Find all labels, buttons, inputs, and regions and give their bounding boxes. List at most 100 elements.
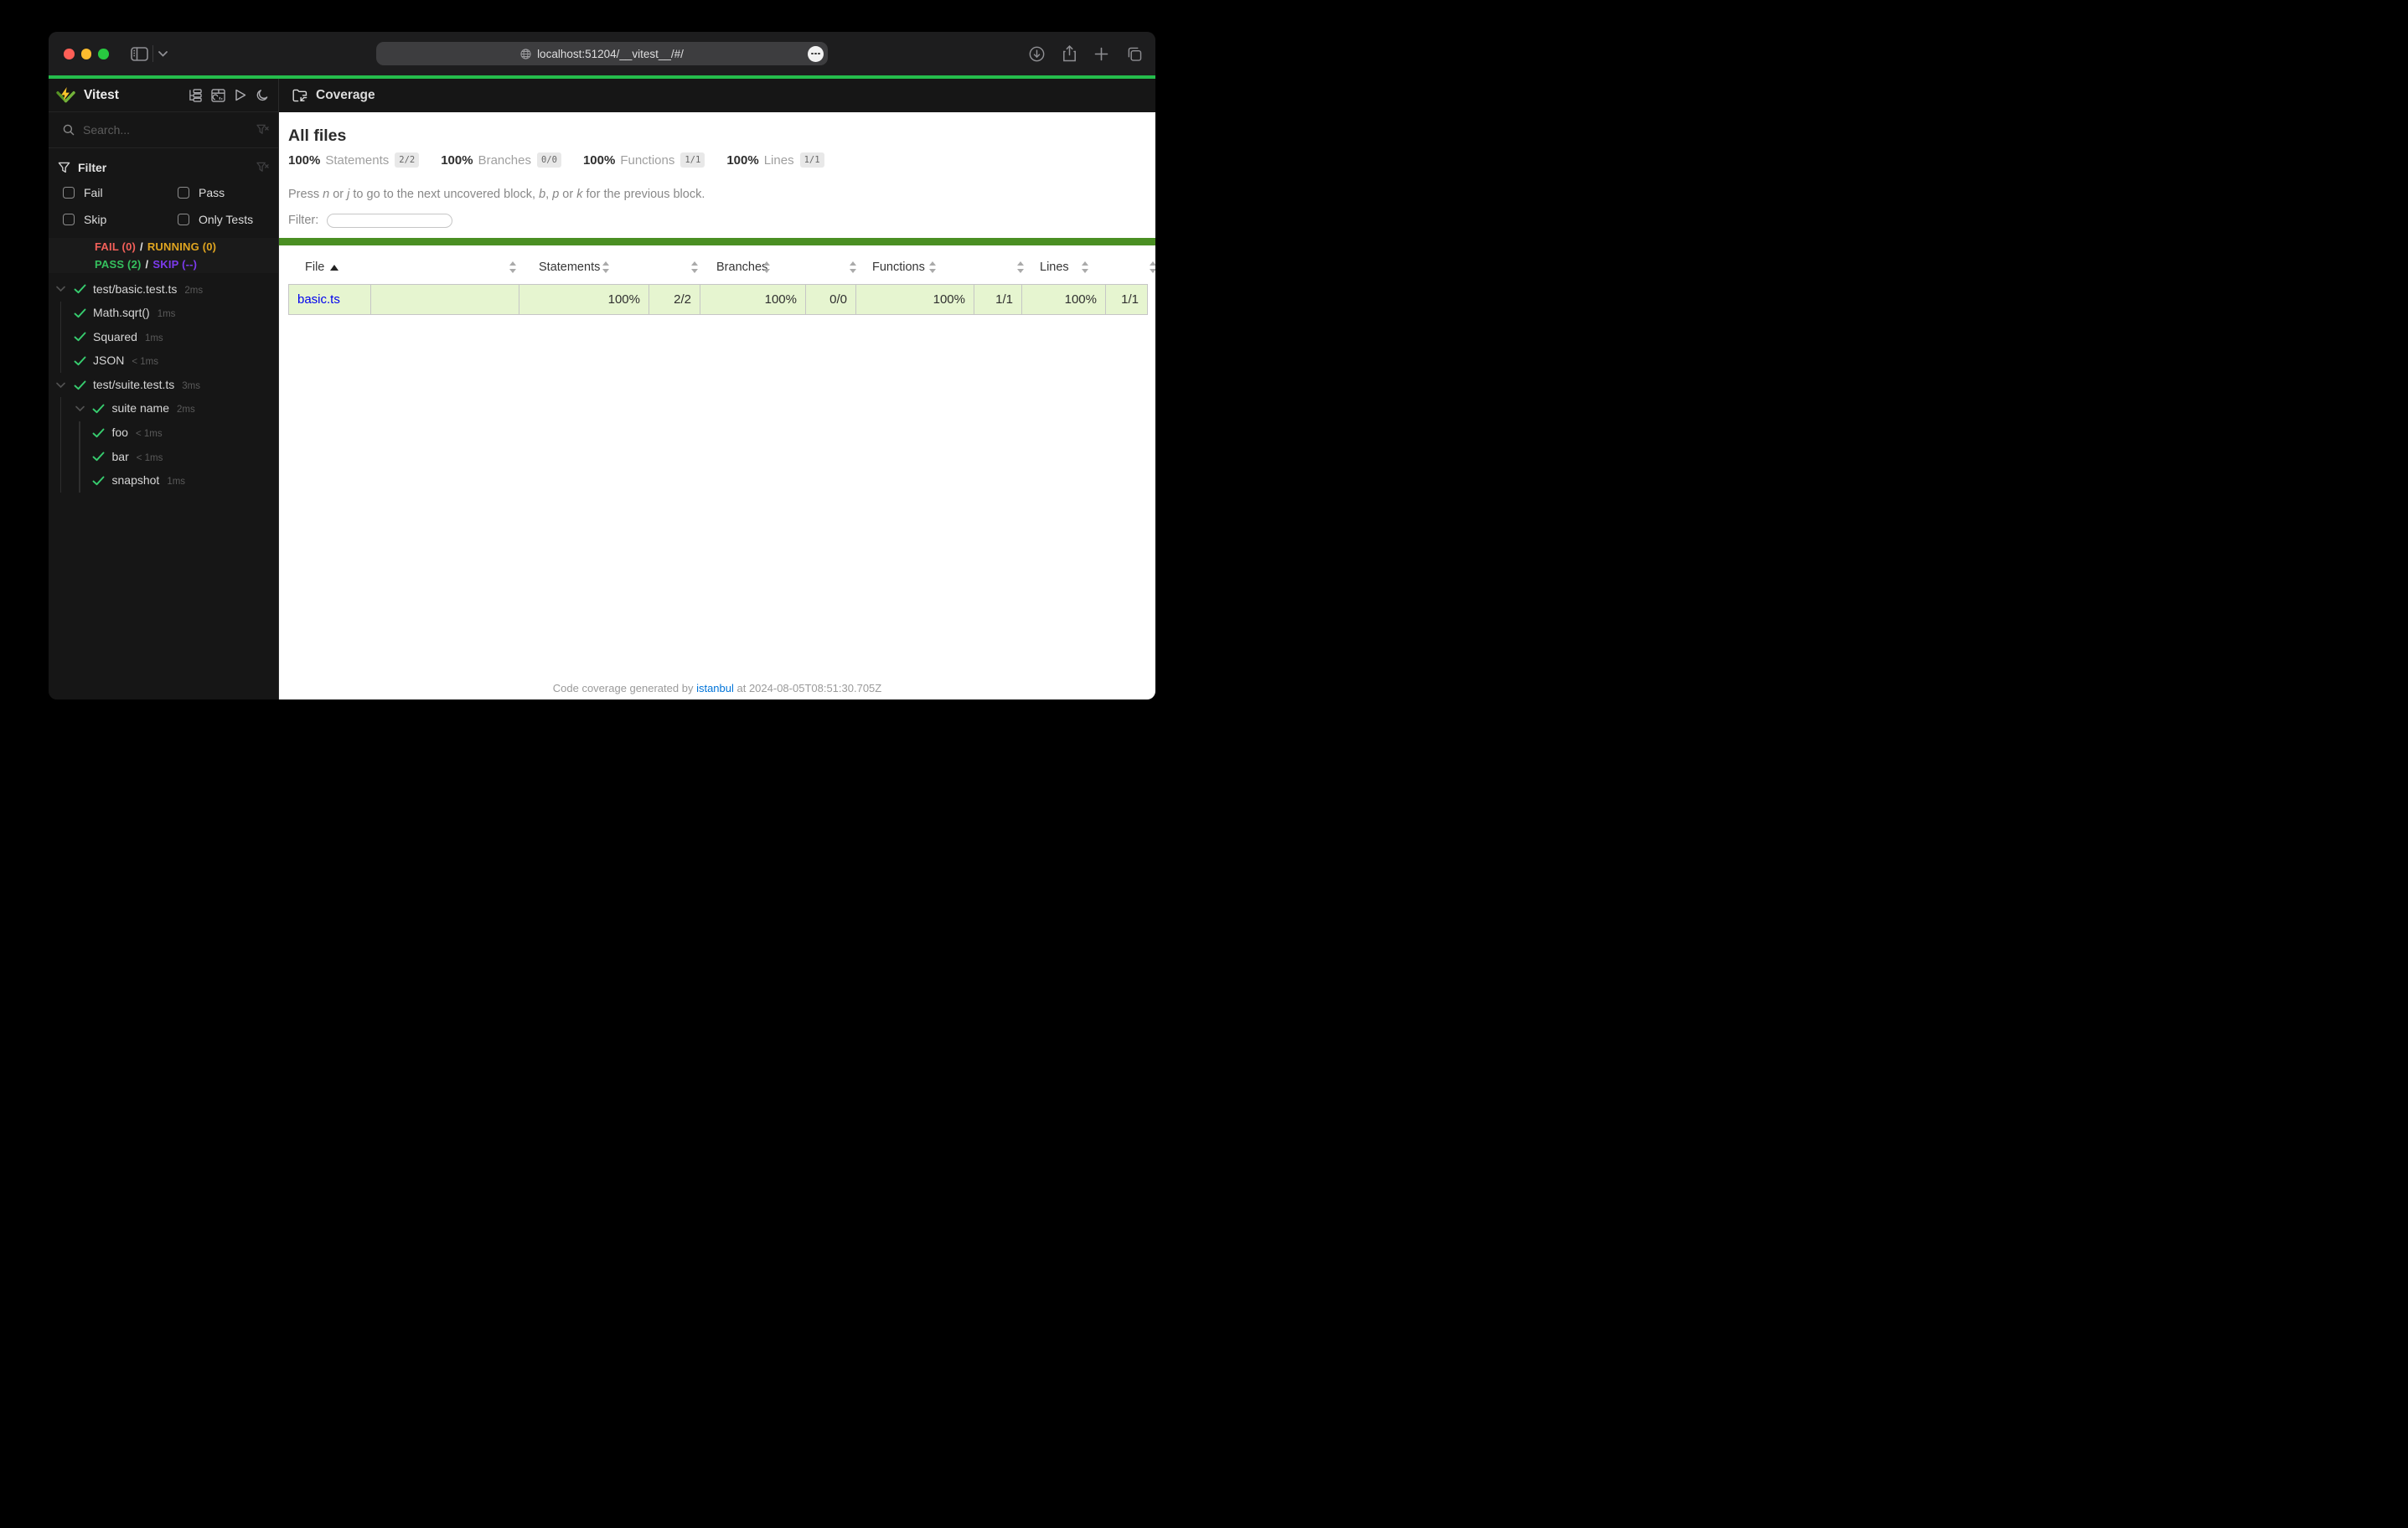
dashboard-icon[interactable] [211, 89, 225, 102]
tree-item-test-suite-test-ts[interactable]: test/suite.test.ts 3ms [49, 373, 278, 397]
column-sorter-icon[interactable] [690, 261, 699, 274]
pass-check-icon [74, 380, 86, 390]
close-window-button[interactable] [64, 49, 75, 59]
column-sorter-icon[interactable] [1149, 261, 1155, 274]
running-count: RUNNING (0) [147, 240, 216, 253]
search-input[interactable] [83, 123, 256, 137]
fraction-badge: 1/1 [800, 152, 824, 168]
fraction-badge: 0/0 [537, 152, 561, 168]
filter-checkbox-fail[interactable]: Fail [63, 181, 103, 204]
sidebar-toggle-icon[interactable] [131, 32, 148, 75]
test-name: test/suite.test.ts [93, 378, 174, 391]
test-name: foo [112, 426, 128, 439]
indent-guide [79, 421, 80, 446]
filter-section-title: Filter [78, 161, 106, 174]
table-cell: basic.ts [289, 285, 371, 314]
indent-guide [60, 397, 62, 421]
page-settings-button[interactable] [808, 46, 824, 62]
share-button[interactable] [1062, 45, 1077, 62]
istanbul-link[interactable]: istanbul [696, 682, 734, 694]
tree-item-foo[interactable]: foo < 1ms [49, 421, 278, 446]
indent-guide [60, 325, 62, 349]
tree-item-squared[interactable]: Squared1ms [49, 325, 278, 349]
tree-item-suite-name[interactable]: suite name2ms [49, 397, 278, 421]
zoom-window-button[interactable] [98, 49, 109, 59]
coverage-stats: 100%Statements2/2100%Branches0/0100%Func… [288, 152, 824, 168]
table-cell [371, 285, 519, 314]
address-bar[interactable]: localhost:51204/__vitest__/#/ [376, 42, 828, 65]
column-header-branches[interactable]: Branches [716, 261, 767, 274]
run-summary: FAIL (0) / RUNNING (0) PASS (2) / SKIP (… [49, 238, 278, 273]
tree-item-snapshot[interactable]: snapshot1ms [49, 469, 278, 493]
table-cell: 100% [519, 285, 649, 314]
address-bar-url: localhost:51204/__vitest__/#/ [537, 48, 684, 60]
column-header-statements[interactable]: Statements [539, 261, 600, 274]
column-sorter-icon[interactable] [849, 261, 857, 274]
page-title: Coverage [316, 88, 375, 103]
tree-item-bar[interactable]: bar< 1ms [49, 445, 278, 469]
tree-view-icon[interactable] [189, 89, 202, 102]
test-duration: < 1ms [136, 429, 163, 439]
skip-count: SKIP (--) [152, 258, 197, 271]
downloads-button[interactable] [1029, 46, 1045, 62]
tree-item-math-sqrt-[interactable]: Math.sqrt()1ms [49, 302, 278, 326]
filter-checkbox-pass[interactable]: Pass [178, 181, 225, 204]
indent-guide [60, 469, 62, 493]
filter-checkbox-only-tests[interactable]: Only Tests [178, 208, 253, 231]
pass-check-icon [74, 308, 86, 318]
test-name: bar [112, 450, 129, 463]
tree-item-test-basic-test-ts[interactable]: test/basic.test.ts 2ms [49, 277, 278, 302]
dark-mode-icon[interactable] [256, 89, 269, 102]
pass-check-icon [92, 452, 105, 462]
chevron-down-icon[interactable] [158, 32, 168, 75]
test-duration: 1ms [145, 333, 163, 343]
column-sorter-icon[interactable] [509, 261, 517, 274]
coverage-status-line [279, 238, 1155, 245]
toolbar-separator [152, 45, 153, 62]
file-filter-input[interactable] [327, 214, 452, 228]
clear-search-filter-icon[interactable] [256, 124, 269, 136]
clear-filter-icon[interactable] [256, 162, 269, 173]
column-sorter-icon[interactable] [762, 261, 771, 274]
new-tab-button[interactable] [1094, 47, 1108, 61]
tab-overview-button[interactable] [1126, 47, 1142, 61]
column-sorter-icon[interactable] [1081, 261, 1089, 274]
filter-checkbox-skip[interactable]: Skip [63, 208, 106, 231]
test-duration: 2ms [184, 286, 203, 296]
indent-guide [60, 302, 62, 326]
indent-guide [60, 421, 62, 446]
pass-check-icon [92, 428, 105, 438]
chevron-down-icon[interactable] [75, 406, 85, 412]
indent-guide [60, 445, 62, 469]
chevron-down-icon[interactable] [56, 286, 65, 292]
file-link[interactable]: basic.ts [297, 292, 340, 307]
globe-icon [520, 49, 531, 59]
chevron-down-icon[interactable] [56, 382, 65, 388]
file-filter-label: Filter: [288, 214, 318, 227]
fail-count: FAIL (0) [95, 240, 136, 253]
test-duration: < 1ms [132, 357, 158, 367]
coverage-report-icon [292, 89, 307, 102]
vitest-logo-icon [56, 86, 75, 105]
checkbox-icon [63, 187, 75, 199]
pass-check-icon [74, 332, 86, 342]
test-name: test/basic.test.ts [93, 282, 177, 296]
coverage-table-header: File Statements Branches Functions Lines [288, 259, 1146, 279]
pass-check-icon [92, 476, 105, 486]
minimize-window-button[interactable] [81, 49, 92, 59]
table-cell: 1/1 [1106, 285, 1147, 314]
test-duration: 1ms [167, 477, 185, 487]
column-sorter-icon[interactable] [1016, 261, 1025, 274]
table-cell: 100% [856, 285, 974, 314]
column-header-file[interactable]: File [305, 261, 324, 274]
test-duration: 3ms [182, 381, 200, 391]
fraction-badge: 1/1 [680, 152, 705, 168]
table-cell: 1/1 [974, 285, 1022, 314]
column-sorter-icon[interactable] [928, 261, 937, 274]
pass-check-icon [74, 284, 86, 294]
column-header-lines[interactable]: Lines [1040, 261, 1069, 274]
column-header-functions[interactable]: Functions [872, 261, 925, 274]
tree-item-json[interactable]: JSON< 1ms [49, 349, 278, 374]
run-all-icon[interactable] [235, 89, 246, 101]
column-sorter-icon[interactable] [602, 261, 610, 274]
